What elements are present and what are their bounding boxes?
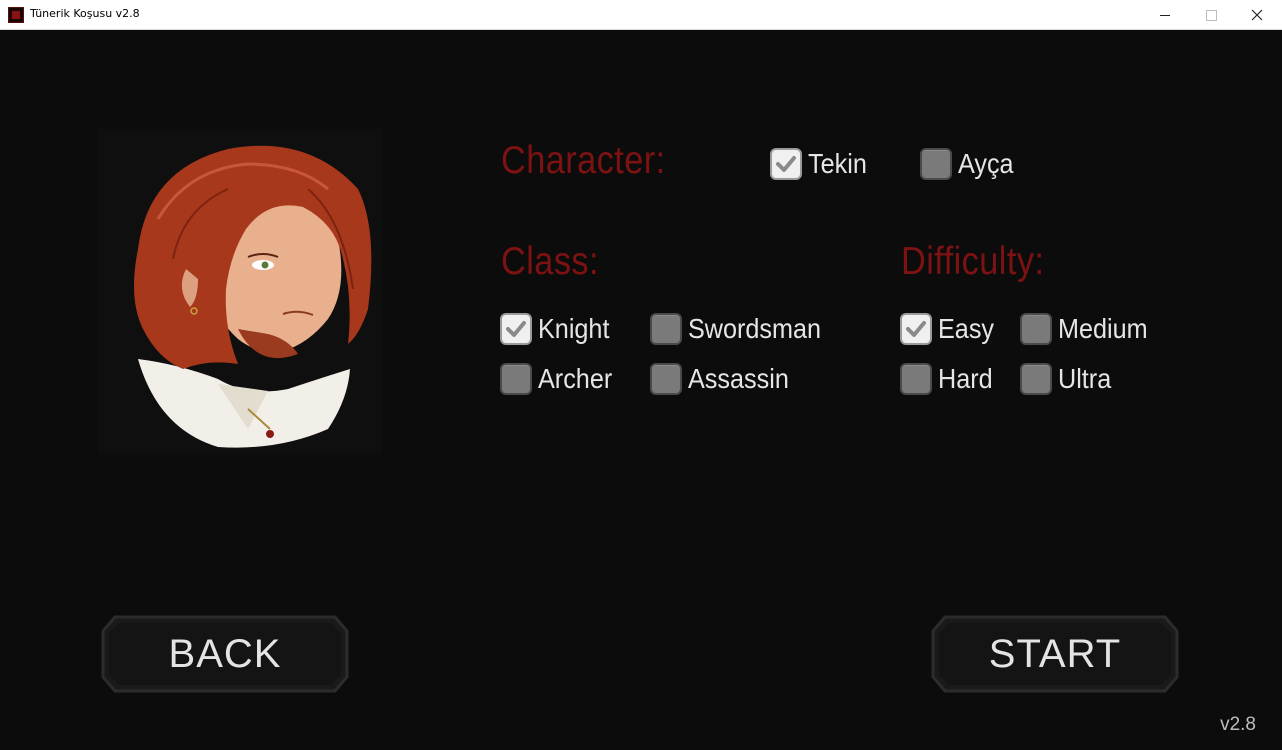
- character-heading: Character:: [501, 139, 666, 182]
- window-titlebar: Tünerik Koşusu v2.8: [0, 0, 1282, 30]
- class-heading: Class:: [501, 240, 599, 283]
- difficulty-option-ultra[interactable]: Ultra: [1020, 363, 1117, 395]
- character-option-tekin[interactable]: Tekin: [770, 148, 873, 180]
- swordsman-checkbox[interactable]: [650, 313, 682, 345]
- medium-checkbox[interactable]: [1020, 313, 1052, 345]
- checkmark-icon: [776, 156, 796, 172]
- difficulty-option-hard[interactable]: Hard: [900, 363, 999, 395]
- class-option-archer[interactable]: Archer: [500, 363, 620, 395]
- hard-label: Hard: [938, 363, 993, 394]
- maximize-button[interactable]: [1188, 0, 1234, 30]
- version-label: v2.8: [1220, 714, 1256, 735]
- ayca-checkbox[interactable]: [920, 148, 952, 180]
- ultra-checkbox[interactable]: [1020, 363, 1052, 395]
- archer-label: Archer: [538, 363, 613, 394]
- hard-checkbox[interactable]: [900, 363, 932, 395]
- ayca-label: Ayça: [958, 148, 1014, 179]
- medium-label: Medium: [1058, 313, 1148, 344]
- difficulty-heading: Difficulty:: [901, 240, 1045, 283]
- ultra-label: Ultra: [1058, 363, 1112, 394]
- back-button-label: BACK: [168, 631, 282, 676]
- archer-checkbox[interactable]: [500, 363, 532, 395]
- knight-checkbox[interactable]: [500, 313, 532, 345]
- close-button[interactable]: [1234, 0, 1280, 30]
- game-screen: Character: Tekin Ayça Class: Knight Swor…: [0, 30, 1282, 750]
- back-button[interactable]: BACK: [101, 615, 349, 693]
- assassin-checkbox[interactable]: [650, 363, 682, 395]
- tekin-label: Tekin: [808, 148, 867, 179]
- character-option-ayca[interactable]: Ayça: [920, 148, 1020, 180]
- difficulty-option-easy[interactable]: Easy: [900, 313, 1000, 345]
- class-option-assassin[interactable]: Assassin: [650, 363, 800, 395]
- easy-label: Easy: [938, 313, 995, 344]
- minimize-icon: [1160, 14, 1170, 16]
- swordsman-label: Swordsman: [688, 313, 822, 344]
- assassin-label: Assassin: [688, 363, 789, 394]
- checkmark-icon: [506, 321, 526, 337]
- class-option-swordsman[interactable]: Swordsman: [650, 313, 836, 345]
- character-portrait: [98, 129, 382, 453]
- checkmark-icon: [906, 321, 926, 337]
- character-portrait-icon: [134, 145, 372, 448]
- tekin-checkbox[interactable]: [770, 148, 802, 180]
- difficulty-option-medium[interactable]: Medium: [1020, 313, 1158, 345]
- easy-checkbox[interactable]: [900, 313, 932, 345]
- close-icon: [1251, 9, 1263, 21]
- knight-label: Knight: [538, 313, 610, 344]
- start-button[interactable]: START: [931, 615, 1179, 693]
- minimize-button[interactable]: [1142, 0, 1188, 30]
- start-button-label: START: [988, 631, 1122, 676]
- class-option-knight[interactable]: Knight: [500, 313, 617, 345]
- maximize-icon: [1205, 9, 1217, 21]
- app-icon: [8, 7, 24, 23]
- window-title: Tünerik Koşusu v2.8: [30, 7, 140, 20]
